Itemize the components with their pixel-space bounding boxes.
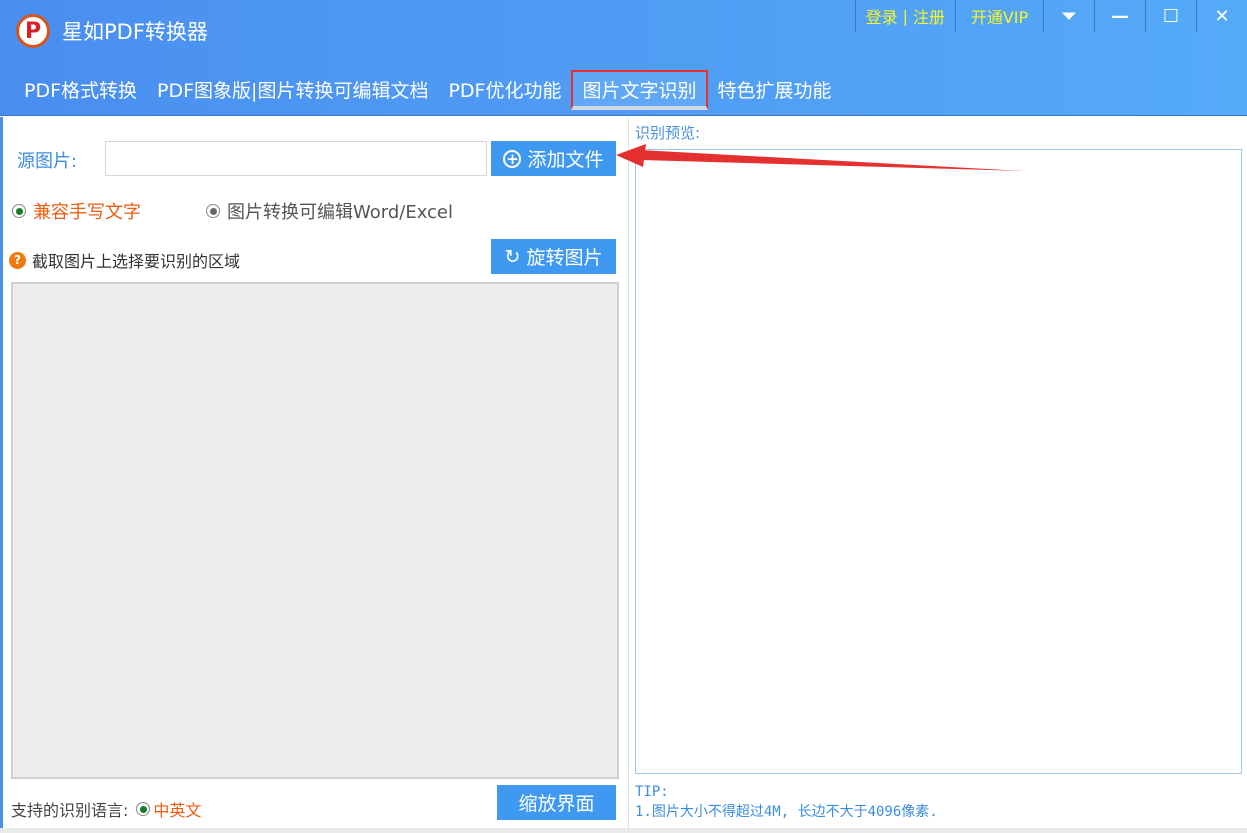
radio-handwriting-label: 兼容手写文字 [33,202,141,223]
tab-extensions[interactable]: 特色扩展功能 [708,70,842,110]
language-label: 支持的识别语言: [11,801,129,820]
app-title: 星如PDF转换器 [62,20,208,44]
image-canvas[interactable] [11,282,619,779]
rotate-image-button[interactable]: ↻ 旋转图片 [491,239,616,274]
tab-pdf-optimize[interactable]: PDF优化功能 [438,70,571,110]
tab-image-ocr[interactable]: 图片文字识别 [571,70,708,110]
tab-pdf-format[interactable]: PDF格式转换 [14,70,147,110]
radio-checked-icon [12,204,26,218]
preview-label: 识别预览: [635,124,701,142]
header: P 星如PDF转换器 登录 | 注册 开通VIP ⏷ — ☐ ✕ PDF格式转换… [0,0,1247,116]
register-link[interactable]: 注册 [913,4,945,28]
question-icon[interactable]: ? [9,251,26,269]
source-label: 源图片: [17,151,78,172]
separator: | [902,6,908,26]
radio-handwriting[interactable]: 兼容手写文字 [12,198,141,224]
rotate-label: 旋转图片 [526,247,603,269]
rotate-icon: ↻ [504,245,521,268]
help-text: 截取图片上选择要识别的区域 [32,252,241,271]
tip-text: 1.图片大小不得超过4M, 长边不大于4096像素. [635,804,938,820]
login-link[interactable]: 登录 [866,4,898,28]
radio-word-excel-label: 图片转换可编辑Word/Excel [227,202,454,223]
zoom-interface-button[interactable]: 缩放界面 [497,785,616,820]
language-value: 中英文 [153,801,202,820]
menu-dropdown-icon[interactable]: ⏷ [1043,0,1094,32]
right-panel: 识别预览: TIP: 1.图片大小不得超过4M, 长边不大于4096像素. [628,117,1247,828]
vip-link[interactable]: 开通VIP [955,0,1043,32]
radio-chinese-english[interactable]: 中英文 [136,797,201,821]
plus-circle-icon: + [503,149,522,168]
auth-links: 登录 | 注册 [854,0,955,32]
radio-word-excel[interactable]: 图片转换可编辑Word/Excel [206,198,453,224]
radio-checked-icon [136,802,151,816]
tab-pdf-image[interactable]: PDF图象版|图片转换可编辑文档 [147,70,438,110]
preview-area[interactable] [635,149,1242,774]
source-image-input[interactable] [105,141,487,176]
main-tabs: PDF格式转换 PDF图象版|图片转换可编辑文档 PDF优化功能 图片文字识别 … [14,70,842,110]
radio-icon [206,204,220,218]
add-file-button[interactable]: + 添加文件 [491,141,616,176]
help-hint: ? 截取图片上选择要识别的区域 [9,248,240,272]
close-icon[interactable]: ✕ [1196,0,1247,32]
left-panel: 源图片: + 添加文件 兼容手写文字 图片转换可编辑Word/Excel ? 截… [0,117,625,828]
add-file-label: 添加文件 [527,149,604,171]
maximize-icon[interactable]: ☐ [1145,0,1196,32]
app-logo-icon: P [16,14,50,48]
language-row: 支持的识别语言: 中英文 [11,797,201,821]
tip-box: TIP: 1.图片大小不得超过4M, 长边不大于4096像素. [635,782,938,822]
window-controls: 登录 | 注册 开通VIP ⏷ — ☐ ✕ [854,0,1247,32]
status-strip [0,828,1247,833]
minimize-icon[interactable]: — [1094,0,1145,32]
tip-title: TIP: [635,784,669,800]
